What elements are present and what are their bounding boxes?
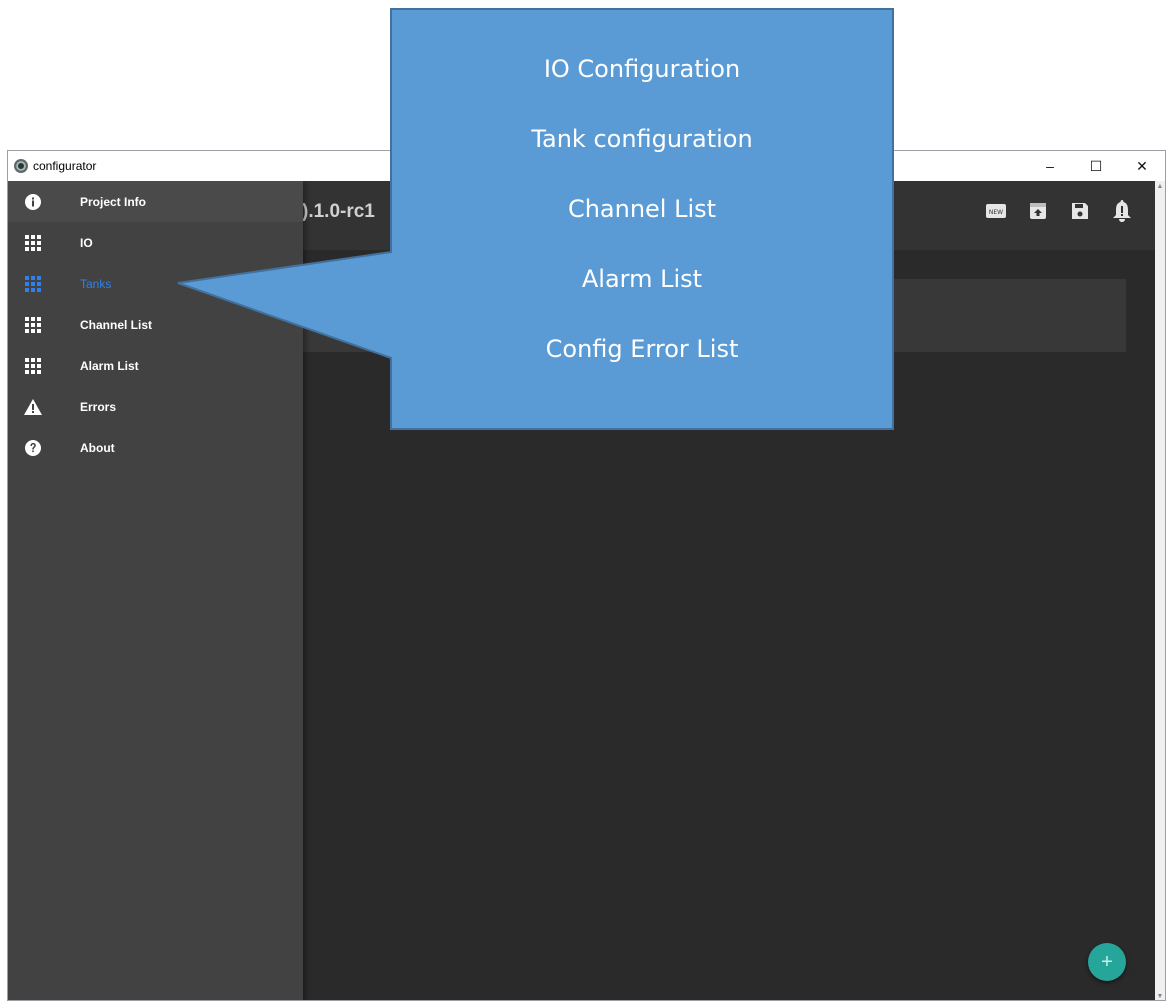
save-icon[interactable] xyxy=(1070,201,1090,221)
sidebar-item-errors[interactable]: Errors xyxy=(8,386,303,427)
vertical-scrollbar[interactable]: ▲ ▼ xyxy=(1155,181,1165,1000)
help-icon xyxy=(24,439,42,457)
grid-icon xyxy=(24,316,42,334)
sidebar-item-project-info[interactable]: Project Info xyxy=(8,181,303,222)
sidebar-item-label: Channel List xyxy=(80,317,153,332)
new-icon-label: NEW xyxy=(989,209,1003,216)
app-client-area: ).1.0-rc1 NEW + Project Info IO Tanks Ch… xyxy=(8,181,1156,1000)
grid-icon xyxy=(24,234,42,252)
sidebar-item-label: Project Info xyxy=(80,194,147,209)
app-logo-icon xyxy=(14,159,28,173)
maximize-button[interactable]: ☐ xyxy=(1073,151,1119,181)
add-button[interactable]: + xyxy=(1088,943,1126,981)
sidebar-item-label: IO xyxy=(80,235,93,250)
grid-icon xyxy=(24,275,42,293)
new-icon[interactable]: NEW xyxy=(986,201,1006,221)
window-controls: – ☐ ✕ xyxy=(1027,151,1165,181)
app-window: configurator – ☐ ✕ ).1.0-rc1 NEW + Proje… xyxy=(7,150,1166,1001)
sidebar-item-channel-list[interactable]: Channel List xyxy=(8,304,303,345)
callout-line-io: IO Configuration xyxy=(543,55,741,83)
sidebar-item-about[interactable]: About xyxy=(8,427,303,468)
window-title: configurator xyxy=(33,159,97,173)
archive-icon[interactable] xyxy=(1028,201,1048,221)
bell-alert-icon[interactable] xyxy=(1112,200,1132,222)
scroll-down-icon[interactable]: ▼ xyxy=(1156,993,1164,1000)
warning-icon xyxy=(24,398,42,416)
window-titlebar[interactable]: configurator – ☐ ✕ xyxy=(8,151,1165,181)
callout-line-tank: Tank configuration xyxy=(531,125,753,153)
close-button[interactable]: ✕ xyxy=(1119,151,1165,181)
sidebar-item-tanks[interactable]: Tanks xyxy=(8,263,303,304)
nav-drawer: Project Info IO Tanks Channel List Alarm… xyxy=(8,181,303,1000)
sidebar-item-label: Tanks xyxy=(80,276,112,291)
sidebar-item-label: About xyxy=(80,440,115,455)
grid-icon xyxy=(24,357,42,375)
toolbar-actions: NEW xyxy=(986,200,1132,222)
scroll-up-icon[interactable]: ▲ xyxy=(1156,183,1164,190)
sidebar-item-alarm-list[interactable]: Alarm List xyxy=(8,345,303,386)
sidebar-item-label: Errors xyxy=(80,399,117,414)
sidebar-item-label: Alarm List xyxy=(80,358,139,373)
sidebar-item-io[interactable]: IO xyxy=(8,222,303,263)
minimize-button[interactable]: – xyxy=(1027,151,1073,181)
info-icon xyxy=(24,193,42,211)
app-title: ).1.0-rc1 xyxy=(302,201,375,222)
